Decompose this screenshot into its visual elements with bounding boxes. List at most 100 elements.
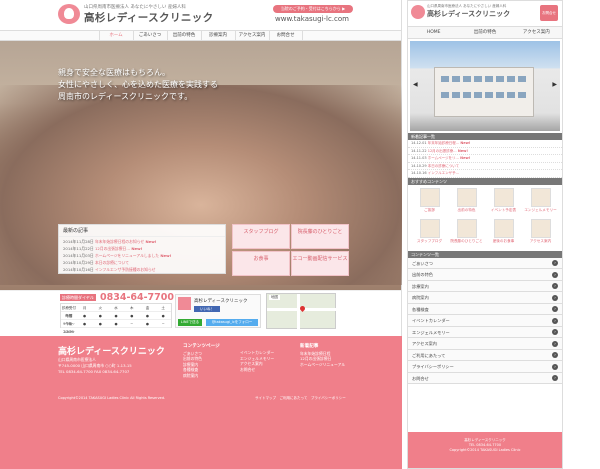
sp-menu-item[interactable]: プライバシーポリシー › <box>408 361 562 373</box>
chevron-right-icon: › <box>552 340 558 347</box>
news-item[interactable]: 2014年11月28日 年末年始診療日程のお知らせ New! <box>63 238 221 245</box>
sp-contact-button[interactable]: お問合せ <box>540 5 558 21</box>
sp-news-item[interactable]: 14.10.16 インフルエンザ予… <box>408 170 562 178</box>
tel-label: 診療時間ダイヤル <box>60 294 96 301</box>
thumb <box>456 218 477 238</box>
logo-icon[interactable] <box>58 4 80 24</box>
access-map[interactable]: 地図 <box>266 293 337 330</box>
footer: 高杉レディースクリニック 山口県周南市医療法人 〒745-0000 山口県周南市… <box>0 336 402 469</box>
map-road <box>297 294 300 330</box>
sp-menu-item[interactable]: 各種検査 › <box>408 303 562 315</box>
news-item[interactable]: 2014年11月03日 ホームページをリニューアルしました New! <box>63 252 221 259</box>
chevron-right-icon: › <box>552 271 558 278</box>
line-share-button[interactable]: LINEで送る <box>178 319 202 326</box>
sp-recommend-item[interactable]: ご挨拶 <box>411 187 448 218</box>
facebook-widget: 高杉レディースクリニック いいね！ LINEで送る @takasugi_lcをフ… <box>175 294 261 328</box>
schedule-row: 午後 2:00〜6:00●●●−●− <box>61 320 171 342</box>
sp-recommend-grid: ご挨拶 出前の特色 イベント予定表 エンジェルメモリー スタッフブログ 院長藤の… <box>408 185 562 251</box>
hero-image: 親身で安全な医療はもちろん。 女性にやさしく、心を込めた医療を実践する 周南市の… <box>0 41 402 290</box>
nav-access[interactable]: アクセス案内 <box>234 31 269 40</box>
sp-menu-item[interactable]: ご利用にあたって › <box>408 349 562 361</box>
sp-news-item[interactable]: 14.11.22 12月の出張診療… New! <box>408 148 562 155</box>
staff-blog-banner[interactable]: スタッフブログ <box>232 224 290 249</box>
clinic-building-photo: ◀ ▶ <box>410 41 560 131</box>
sp-site-title[interactable]: 高杉レディースクリニック <box>427 9 510 19</box>
sp-header: 山口県周南市医療法人 あなたにやさしい 産婦人科 高杉レディースクリニック お問… <box>408 1 562 27</box>
chevron-right-icon: › <box>552 375 558 381</box>
sp-news-item[interactable]: 14.12.01 年末年始診療日程… New! <box>408 140 562 148</box>
next-arrow-icon[interactable]: ▶ <box>552 81 557 88</box>
footer-link[interactable]: 病院案内 <box>183 373 220 379</box>
info-strip: 診療時間ダイヤル 0834-64-7700 診療受付時間月火水木金土 午前 9:… <box>0 290 401 342</box>
sp-nav-features[interactable]: 出前の特色 <box>459 27 510 38</box>
sp-menu-item[interactable]: 診療案内 › <box>408 280 562 292</box>
schedule-table: 診療受付時間月火水木金土 午前 9:00〜12:30 ● ● ● ● ● ● 午後 2:00… <box>60 303 172 342</box>
map-label: 地図 <box>269 295 280 300</box>
thumb <box>530 187 551 207</box>
news-item[interactable]: 2014年11月22日 12月の出張診療日… New! <box>63 245 221 252</box>
fb-like-button[interactable]: いいね！ <box>194 306 220 312</box>
footer-title: 高杉レディースクリニック <box>58 347 165 357</box>
sp-recommend-item[interactable]: 院長藤のひとりごと <box>448 218 485 249</box>
thumb <box>419 218 440 238</box>
chevron-right-icon: › <box>552 294 558 301</box>
sp-menu: ごあいさつ › 出前の特色 › 診療案内 › 病院案内 › 各種検査 › イベントカレンダ… <box>408 257 562 384</box>
twitter-follow-button[interactable]: @takasugi_lcをフォロー <box>206 319 258 326</box>
site-title[interactable]: 高杉レディースクリニック <box>84 10 214 25</box>
chevron-right-icon: › <box>552 283 558 289</box>
sp-recommend-item[interactable]: 産後のお食事 <box>485 218 522 249</box>
sp-nav-access[interactable]: アクセス案内 <box>511 27 562 38</box>
nav-home[interactable]: ホーム <box>98 31 133 40</box>
sp-news-item[interactable]: 14.11.03 ホームページをリ… New! <box>408 155 562 163</box>
sp-recommend-title: おすすめコンテンツ <box>408 177 562 185</box>
hero-line: 周南市のレディースクリニックです。 <box>58 92 193 101</box>
header: 山口県周南市医療法人 あなたにやさしい 産婦人科 高杉レディースクリニック 当院… <box>0 0 401 30</box>
footer-contents-2: イベントカレンダー エンジェルメモリー アクセス案内 お問合せ <box>240 350 274 372</box>
hero-line: 親身で安全な医療はもちろん。 <box>58 68 170 77</box>
chevron-right-icon: › <box>552 329 558 335</box>
sp-recommend-item[interactable]: エンジェルメモリー <box>522 187 559 218</box>
schedule-row: 午前 9:00〜12:30 ● ● ● ● ● ● <box>61 312 171 334</box>
news-item[interactable]: 2014年10月29日 本日の診療について <box>63 259 221 266</box>
sp-nav-home[interactable]: HOME <box>408 27 459 38</box>
sp-contents-title: コンテンツ一覧 <box>408 250 562 258</box>
sp-menu-item[interactable]: ごあいさつ › <box>408 257 562 269</box>
director-blog-banner[interactable]: 院長藤のひとりごと <box>291 224 349 249</box>
echo-banner[interactable]: エコー動画配信サービス <box>291 251 349 276</box>
food-banner[interactable]: お食事 <box>232 251 290 276</box>
nav-features[interactable]: 出前の特色 <box>166 31 201 40</box>
sp-menu-item[interactable]: お問合せ › <box>408 372 562 384</box>
sp-nav: HOME 出前の特色 アクセス案内 <box>408 27 562 39</box>
footer-link[interactable]: お問合せ <box>240 367 274 373</box>
sp-menu-item[interactable]: アクセス案内 › <box>408 338 562 350</box>
footer-link[interactable]: イベントカレンダー <box>240 350 274 356</box>
prev-arrow-icon[interactable]: ◀ <box>413 81 418 88</box>
footer-links[interactable]: サイトマップ ご利用にあたって プライバシーポリシー <box>255 396 346 401</box>
thumb <box>493 218 514 238</box>
nav-medical[interactable]: 診療案内 <box>200 31 235 40</box>
sp-recommend-item[interactable]: スタッフブログ <box>411 218 448 249</box>
reservation-button[interactable]: 当院のご予約・受付はこちらから ▶ <box>273 5 353 13</box>
chevron-right-icon: › <box>552 317 558 324</box>
sp-footer: 高杉レディースクリニック TEL 0834-64-7700 Copyright©… <box>408 432 562 468</box>
sp-menu-item[interactable]: 出前の特色 › <box>408 269 562 281</box>
fb-page-name[interactable]: 高杉レディースクリニック <box>194 298 247 304</box>
sp-menu-item[interactable]: 病院案内 › <box>408 292 562 304</box>
sp-menu-item[interactable]: イベントカレンダー › <box>408 315 562 327</box>
phone-number[interactable]: 0834-64-7700 <box>100 292 174 303</box>
schedule-header: 診療受付時間月火水木金土 <box>61 304 171 318</box>
news-box: 最新の記事 2014年11月28日 年末年始診療日程のお知らせ New! 201… <box>58 224 226 274</box>
news-item[interactable]: 2014年10月16日 インフルエンザ予防接種のお知らせ <box>63 266 221 273</box>
footer-news-link[interactable]: ホームページリニューアル <box>300 362 345 368</box>
sp-recommend-item[interactable]: 出前の特色 <box>448 187 485 218</box>
thumb <box>493 187 514 207</box>
nav-contact[interactable]: お問合せ <box>268 31 303 40</box>
sp-recommend-item[interactable]: イベント予定表 <box>485 187 522 218</box>
sp-menu-item[interactable]: エンジェルメモリー › <box>408 326 562 338</box>
sp-news-list: 14.12.01 年末年始診療日程… New! 14.11.22 12月の出張診… <box>408 140 562 178</box>
sp-news-item[interactable]: 14.10.29 本日の診療について <box>408 163 562 170</box>
sp-logo-icon[interactable] <box>411 5 425 19</box>
nav-greeting[interactable]: ごあいさつ <box>132 31 167 40</box>
sp-recommend-item[interactable]: アクセス案内 <box>522 218 559 249</box>
global-nav: ホーム ごあいさつ 出前の特色 診療案内 アクセス案内 お問合せ <box>0 30 401 41</box>
